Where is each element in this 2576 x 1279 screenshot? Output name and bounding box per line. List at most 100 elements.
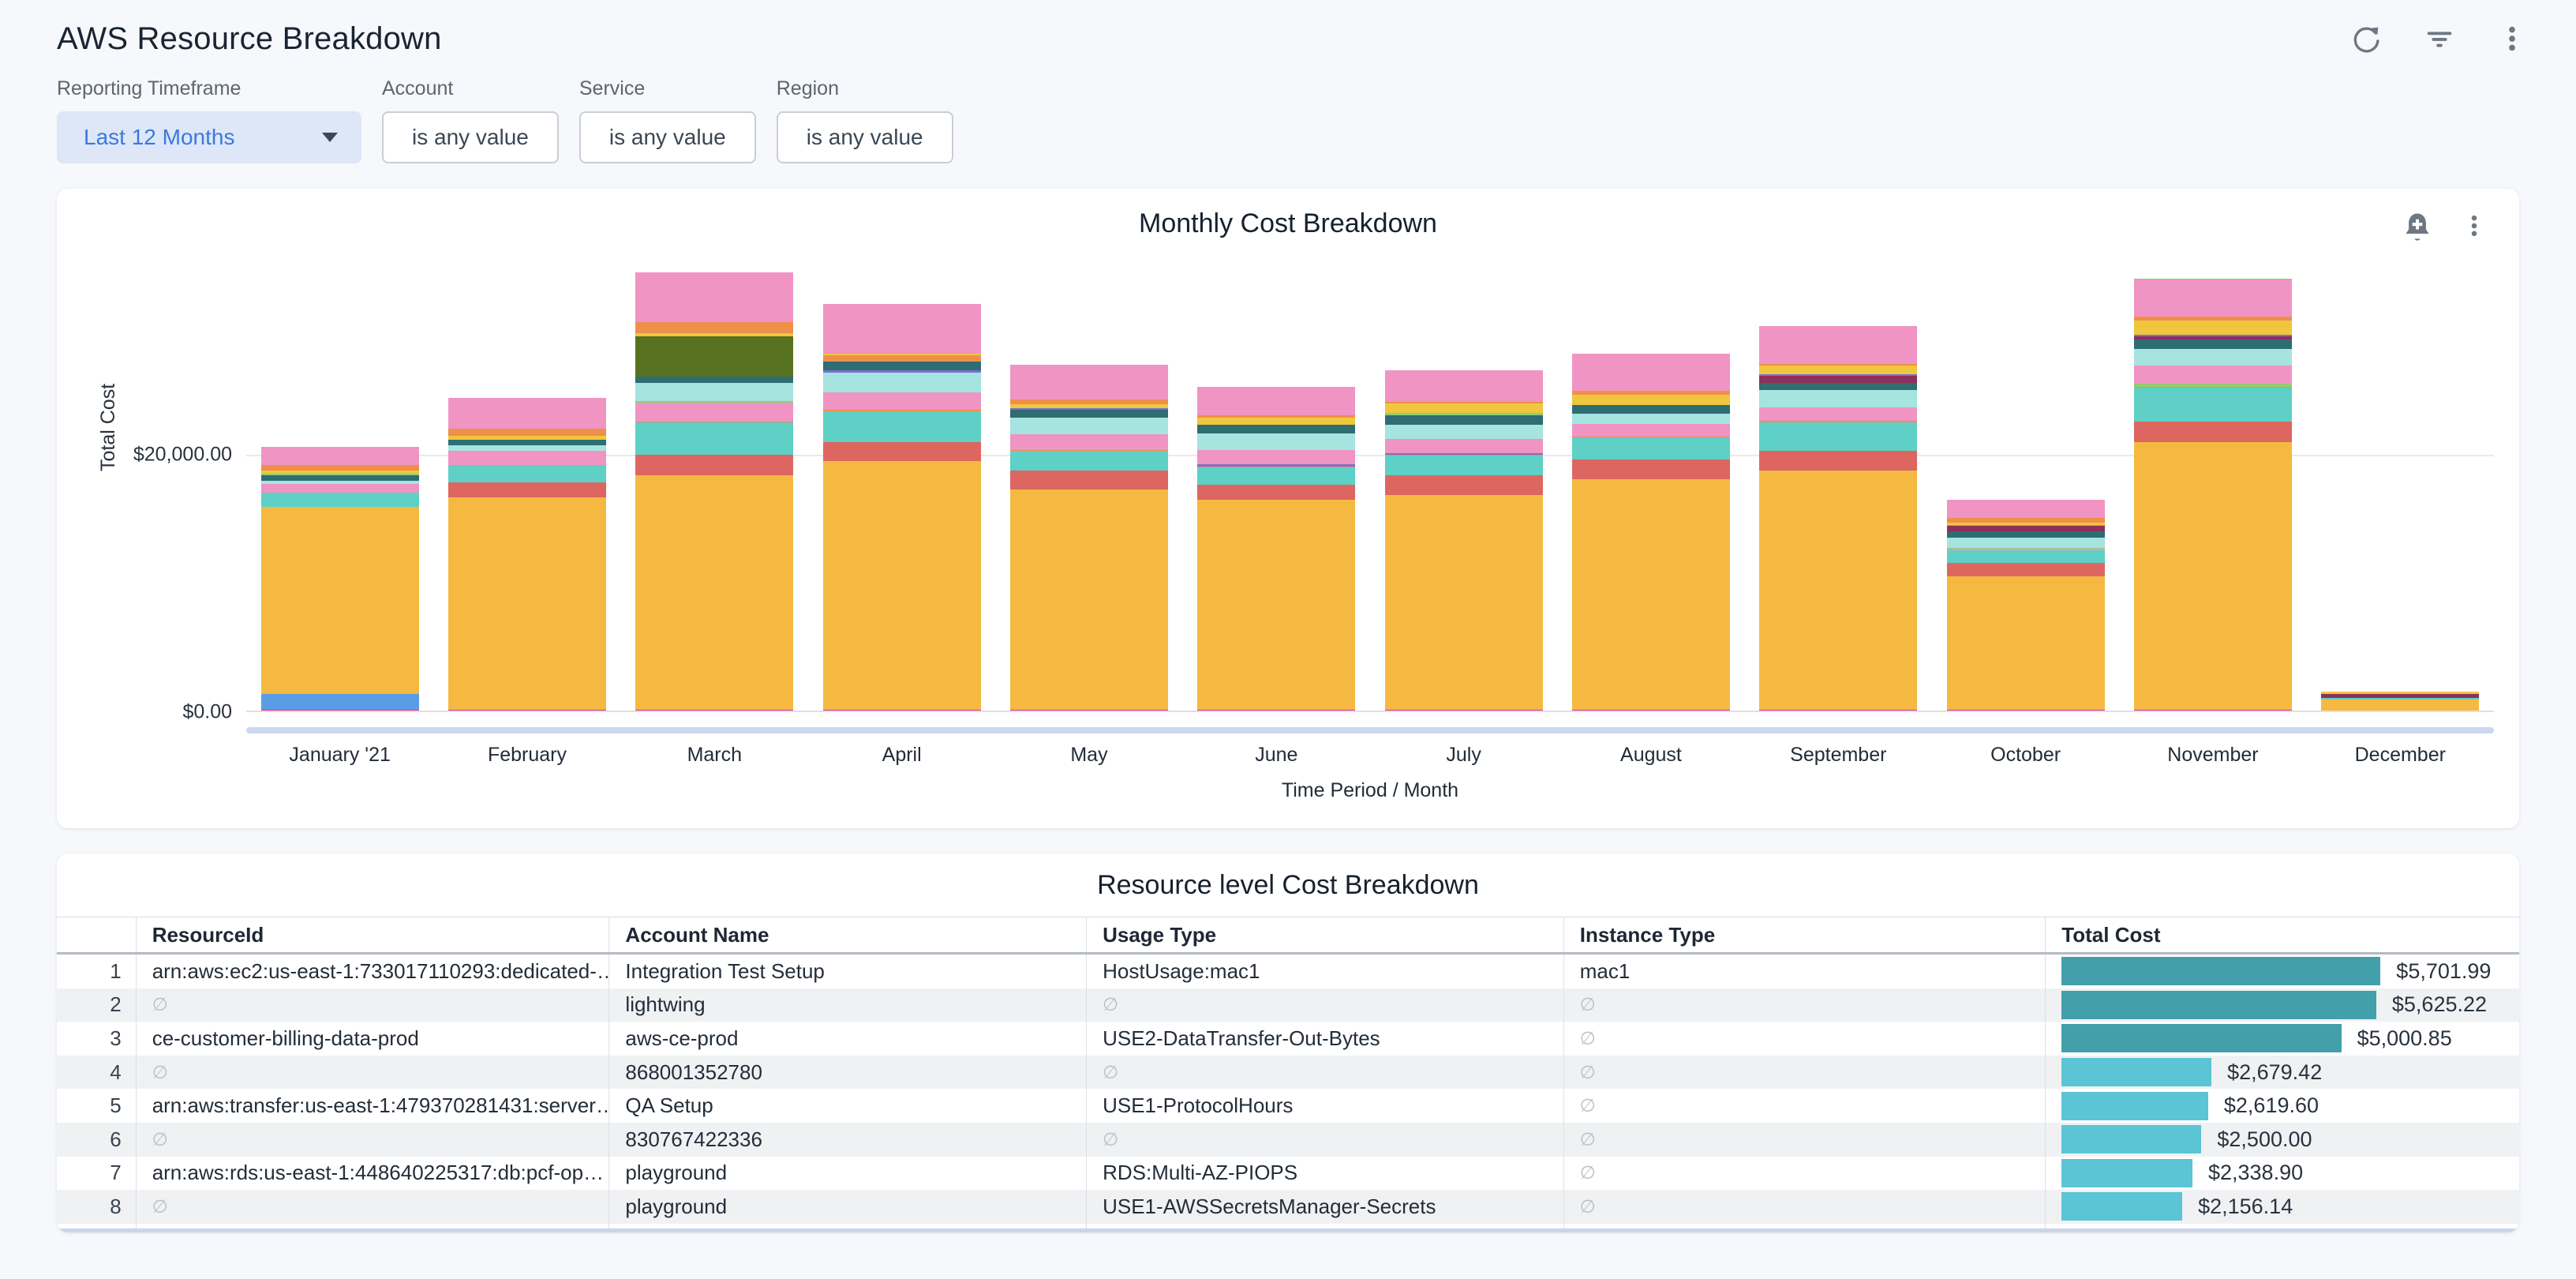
bar-segment-amber[interactable] bbox=[2321, 700, 2479, 711]
column-header-Total Cost[interactable]: Total Cost bbox=[2045, 917, 2519, 952]
bar-segment-teal[interactable] bbox=[448, 465, 606, 482]
stacked-bar[interactable] bbox=[1759, 326, 1917, 711]
bar-segment-pink[interactable] bbox=[1197, 387, 1355, 415]
bar-segment-orange[interactable] bbox=[635, 322, 793, 333]
bar-segment-pink[interactable] bbox=[2134, 279, 2292, 317]
filter-icon[interactable] bbox=[2421, 21, 2458, 57]
bar-segment-darkteal[interactable] bbox=[448, 440, 606, 445]
bar-segment-lightcyan[interactable] bbox=[823, 373, 981, 392]
bar-segment-magenta[interactable] bbox=[1197, 710, 1355, 711]
alert-bell-plus-icon[interactable] bbox=[2399, 208, 2436, 244]
bar-segment-darkteal[interactable] bbox=[823, 362, 981, 370]
bar-segment-lightcyan[interactable] bbox=[1010, 418, 1168, 433]
bar-segment-lightcyan[interactable] bbox=[635, 383, 793, 401]
stacked-bar[interactable] bbox=[1572, 354, 1730, 711]
stacked-bar[interactable] bbox=[448, 398, 606, 711]
bar-segment-orange[interactable] bbox=[823, 355, 981, 361]
bar-segment-red[interactable] bbox=[1572, 459, 1730, 479]
bar-segment-amber[interactable] bbox=[823, 461, 981, 710]
bar-segment-amber[interactable] bbox=[2134, 442, 2292, 710]
stacked-bar[interactable] bbox=[1385, 370, 1543, 711]
bar-segment-darkteal[interactable] bbox=[1385, 415, 1543, 425]
bar-segment-lightcyan[interactable] bbox=[1572, 414, 1730, 424]
bar-segment-orange[interactable] bbox=[261, 465, 419, 471]
stacked-bar[interactable] bbox=[635, 272, 793, 711]
bar-segment-olive[interactable] bbox=[635, 336, 793, 377]
bar-segment-lightcyan[interactable] bbox=[448, 445, 606, 451]
service-filter-button[interactable]: is any value bbox=[579, 111, 756, 163]
bar-segment-amber[interactable] bbox=[261, 507, 419, 693]
bar-segment-red[interactable] bbox=[1947, 563, 2105, 576]
bar-segment-darkteal[interactable] bbox=[261, 475, 419, 481]
chart-horizontal-scrollbar[interactable] bbox=[246, 727, 2494, 733]
bar-segment-red[interactable] bbox=[1385, 475, 1543, 495]
bar-segment-red[interactable] bbox=[448, 482, 606, 497]
bar-segment-red[interactable] bbox=[2134, 422, 2292, 442]
bar-segment-pink[interactable] bbox=[1759, 326, 1917, 363]
bar-segment-maroon[interactable] bbox=[1947, 526, 2105, 531]
bar-segment-teal[interactable] bbox=[1010, 451, 1168, 470]
refresh-icon[interactable] bbox=[2349, 21, 2385, 57]
bar-segment-magenta[interactable] bbox=[1572, 710, 1730, 711]
bar-segment-pink[interactable] bbox=[1385, 439, 1543, 453]
stacked-bar[interactable] bbox=[823, 304, 981, 711]
bar-segment-magenta[interactable] bbox=[635, 710, 793, 711]
bar-segment-blue[interactable] bbox=[261, 694, 419, 710]
bar-segment-teal[interactable] bbox=[1947, 550, 2105, 562]
bar-segment-amber[interactable] bbox=[1947, 576, 2105, 711]
stacked-bar[interactable] bbox=[261, 447, 419, 711]
bar-segment-teal[interactable] bbox=[261, 493, 419, 508]
bar-segment-orange[interactable] bbox=[448, 429, 606, 435]
bar-segment-darkteal[interactable] bbox=[1572, 405, 1730, 414]
bar-segment-yellow[interactable] bbox=[2134, 321, 2292, 335]
bar-segment-pink[interactable] bbox=[448, 398, 606, 429]
bar-segment-red[interactable] bbox=[823, 442, 981, 461]
bar-segment-darkteal[interactable] bbox=[1197, 425, 1355, 433]
timeframe-select[interactable]: Last 12 Months bbox=[57, 111, 361, 163]
bar-segment-teal[interactable] bbox=[1572, 437, 1730, 459]
bar-segment-teal[interactable] bbox=[1197, 467, 1355, 485]
bar-segment-magenta[interactable] bbox=[823, 710, 981, 711]
bar-segment-red[interactable] bbox=[1010, 471, 1168, 489]
bar-segment-red[interactable] bbox=[1197, 485, 1355, 501]
region-filter-button[interactable]: is any value bbox=[777, 111, 953, 163]
bar-segment-red[interactable] bbox=[1759, 451, 1917, 471]
bar-segment-teal[interactable] bbox=[635, 422, 793, 455]
bar-segment-magenta[interactable] bbox=[1010, 710, 1168, 711]
bar-segment-pink[interactable] bbox=[1572, 424, 1730, 437]
bar-segment-yellow[interactable] bbox=[1572, 395, 1730, 405]
bar-segment-teal[interactable] bbox=[823, 411, 981, 442]
bar-segment-pink[interactable] bbox=[1385, 370, 1543, 402]
stacked-bar[interactable] bbox=[2134, 279, 2292, 711]
bar-segment-pink[interactable] bbox=[1010, 365, 1168, 400]
bar-segment-darkteal[interactable] bbox=[1010, 410, 1168, 418]
stacked-bar[interactable] bbox=[1010, 365, 1168, 711]
account-filter-button[interactable]: is any value bbox=[382, 111, 559, 163]
bar-segment-amber[interactable] bbox=[1010, 489, 1168, 710]
bar-segment-red[interactable] bbox=[635, 455, 793, 475]
bar-segment-lightcyan[interactable] bbox=[1197, 433, 1355, 449]
stacked-bar[interactable] bbox=[2321, 692, 2479, 711]
bar-segment-yellow[interactable] bbox=[1385, 403, 1543, 412]
more-vert-icon[interactable] bbox=[2494, 21, 2530, 57]
bar-segment-magenta[interactable] bbox=[261, 710, 419, 711]
column-header-Instance Type[interactable]: Instance Type bbox=[1563, 917, 2046, 952]
bar-segment-pink[interactable] bbox=[1572, 354, 1730, 391]
bar-segment-magenta[interactable] bbox=[1759, 710, 1917, 711]
bar-segment-pink[interactable] bbox=[1010, 434, 1168, 450]
bar-segment-teal[interactable] bbox=[1759, 422, 1917, 451]
bar-segment-pink[interactable] bbox=[1947, 500, 2105, 519]
bar-segment-darkteal[interactable] bbox=[635, 377, 793, 383]
bar-segment-magenta[interactable] bbox=[448, 710, 606, 711]
bar-segment-pink[interactable] bbox=[635, 272, 793, 323]
bar-segment-amber[interactable] bbox=[1572, 479, 1730, 710]
bar-segment-amber[interactable] bbox=[1197, 500, 1355, 710]
bar-segment-yellow[interactable] bbox=[1197, 418, 1355, 425]
bar-segment-yellow[interactable] bbox=[1759, 366, 1917, 374]
bar-segment-pink[interactable] bbox=[823, 392, 981, 410]
bar-segment-lightcyan[interactable] bbox=[1385, 425, 1543, 439]
bar-segment-pink[interactable] bbox=[261, 484, 419, 493]
bar-segment-teal[interactable] bbox=[1385, 456, 1543, 474]
stacked-bar[interactable] bbox=[1197, 387, 1355, 711]
bar-segment-magenta[interactable] bbox=[1947, 710, 2105, 711]
